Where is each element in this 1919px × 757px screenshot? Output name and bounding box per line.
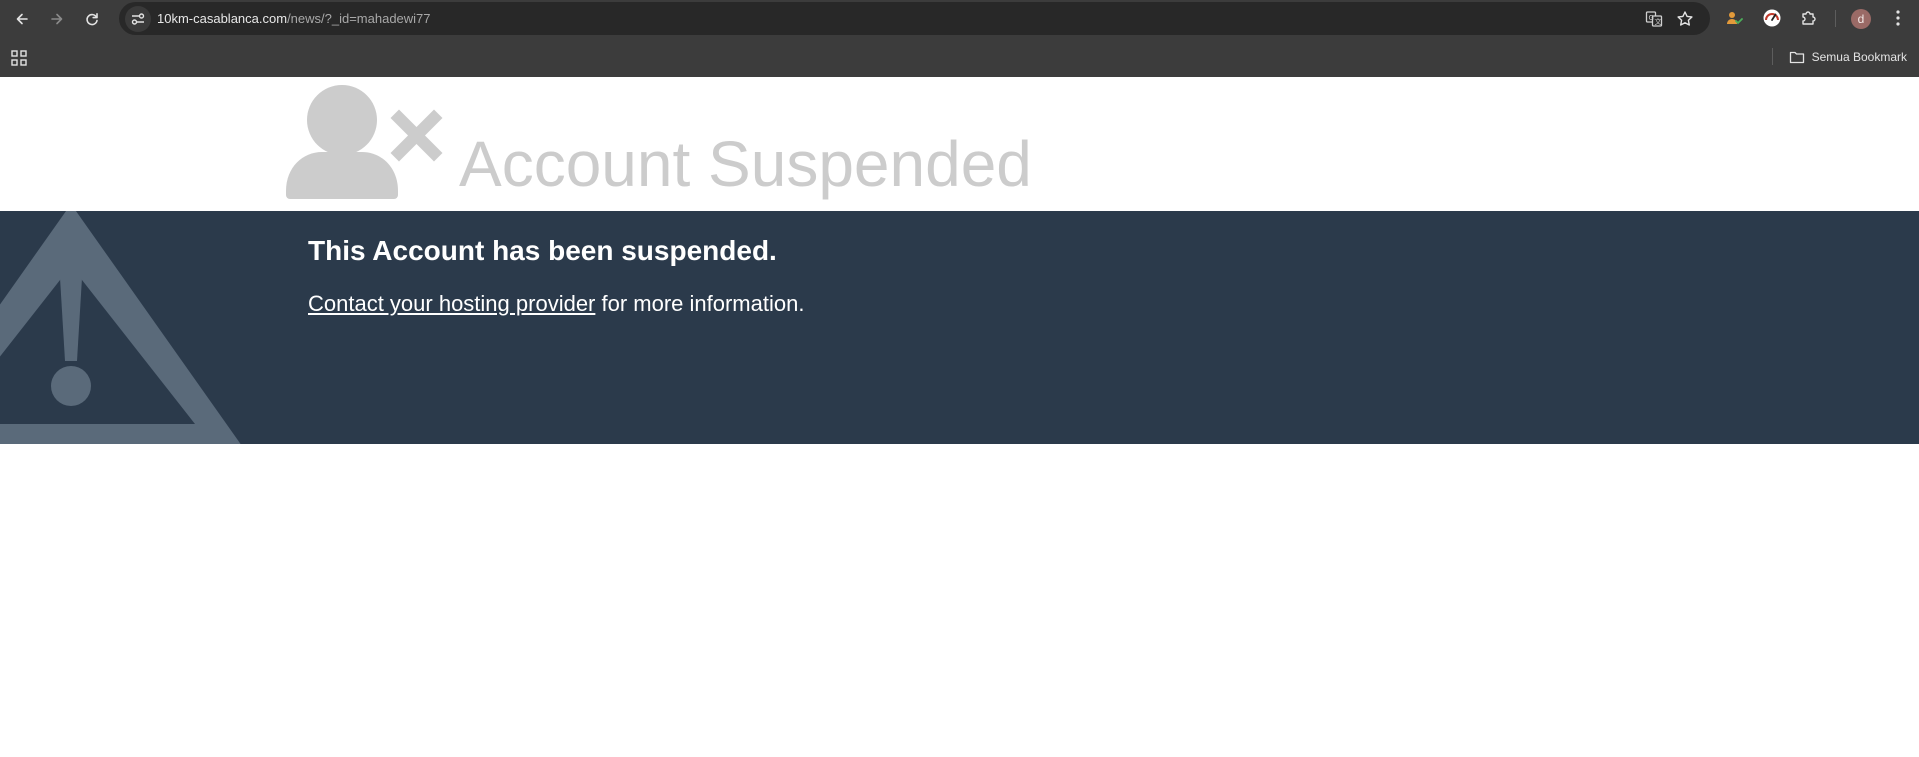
puzzle-icon (1802, 11, 1816, 25)
suspension-banner: This Account has been suspended. Contact… (0, 211, 1919, 444)
extension-1-button[interactable] (1722, 6, 1746, 30)
url-text[interactable]: 10km-casablanca.com/news/?_id=mahadewi77 (157, 10, 431, 27)
translate-icon: G 文 (1645, 11, 1663, 27)
bookmark-star-button[interactable] (1673, 7, 1697, 31)
profile-avatar[interactable]: d (1851, 9, 1871, 29)
address-bar[interactable]: 10km-casablanca.com/news/?_id=mahadewi77… (119, 2, 1710, 35)
contact-hosting-link[interactable]: Contact your hosting provider (308, 291, 595, 316)
all-bookmarks-button[interactable]: Semua Bookmark (1789, 47, 1907, 67)
suspension-message-tail: for more information. (595, 291, 805, 316)
url-path: /news/?_id=mahadewi77 (287, 11, 431, 26)
toolbar-divider (1835, 10, 1836, 27)
svg-text:文: 文 (1655, 17, 1662, 26)
translate-button[interactable]: G 文 (1642, 7, 1666, 31)
suspension-message: Contact your hosting provider for more i… (308, 290, 804, 318)
extensions-button[interactable] (1797, 6, 1821, 30)
reload-button[interactable] (79, 6, 105, 32)
gauge-icon (1763, 9, 1781, 27)
extension-2-button[interactable] (1760, 6, 1784, 30)
forward-arrow-icon (51, 13, 63, 25)
person-check-icon (1727, 12, 1743, 25)
page-content: Account Suspended This Account has been … (0, 77, 1919, 757)
browser-toolbar: 10km-casablanca.com/news/?_id=mahadewi77… (0, 0, 1919, 37)
reload-icon (86, 13, 98, 26)
folder-icon (1789, 51, 1804, 64)
back-button[interactable] (9, 6, 35, 32)
bookmarks-bar: Semua Bookmark (0, 37, 1919, 77)
site-info-button[interactable] (125, 6, 151, 32)
bookmarks-divider (1772, 48, 1773, 65)
all-bookmarks-label: Semua Bookmark (1811, 50, 1907, 64)
browser-menu-button[interactable] (1886, 6, 1910, 30)
suspension-heading: This Account has been suspended. (308, 235, 777, 266)
site-info-icon (131, 13, 145, 25)
apps-button[interactable] (10, 49, 28, 67)
forward-button[interactable] (44, 6, 70, 32)
apps-grid-icon (11, 50, 27, 66)
user-x-icon (286, 85, 443, 199)
suspended-header: Account Suspended (0, 77, 1919, 211)
star-icon (1677, 11, 1693, 26)
url-host: 10km-casablanca.com (157, 11, 288, 26)
kebab-menu-icon (1896, 10, 1900, 26)
page-title: Account Suspended (459, 128, 1032, 200)
warning-triangle-icon (0, 211, 241, 444)
svg-text:G: G (1649, 14, 1654, 22)
back-arrow-icon (16, 13, 28, 25)
